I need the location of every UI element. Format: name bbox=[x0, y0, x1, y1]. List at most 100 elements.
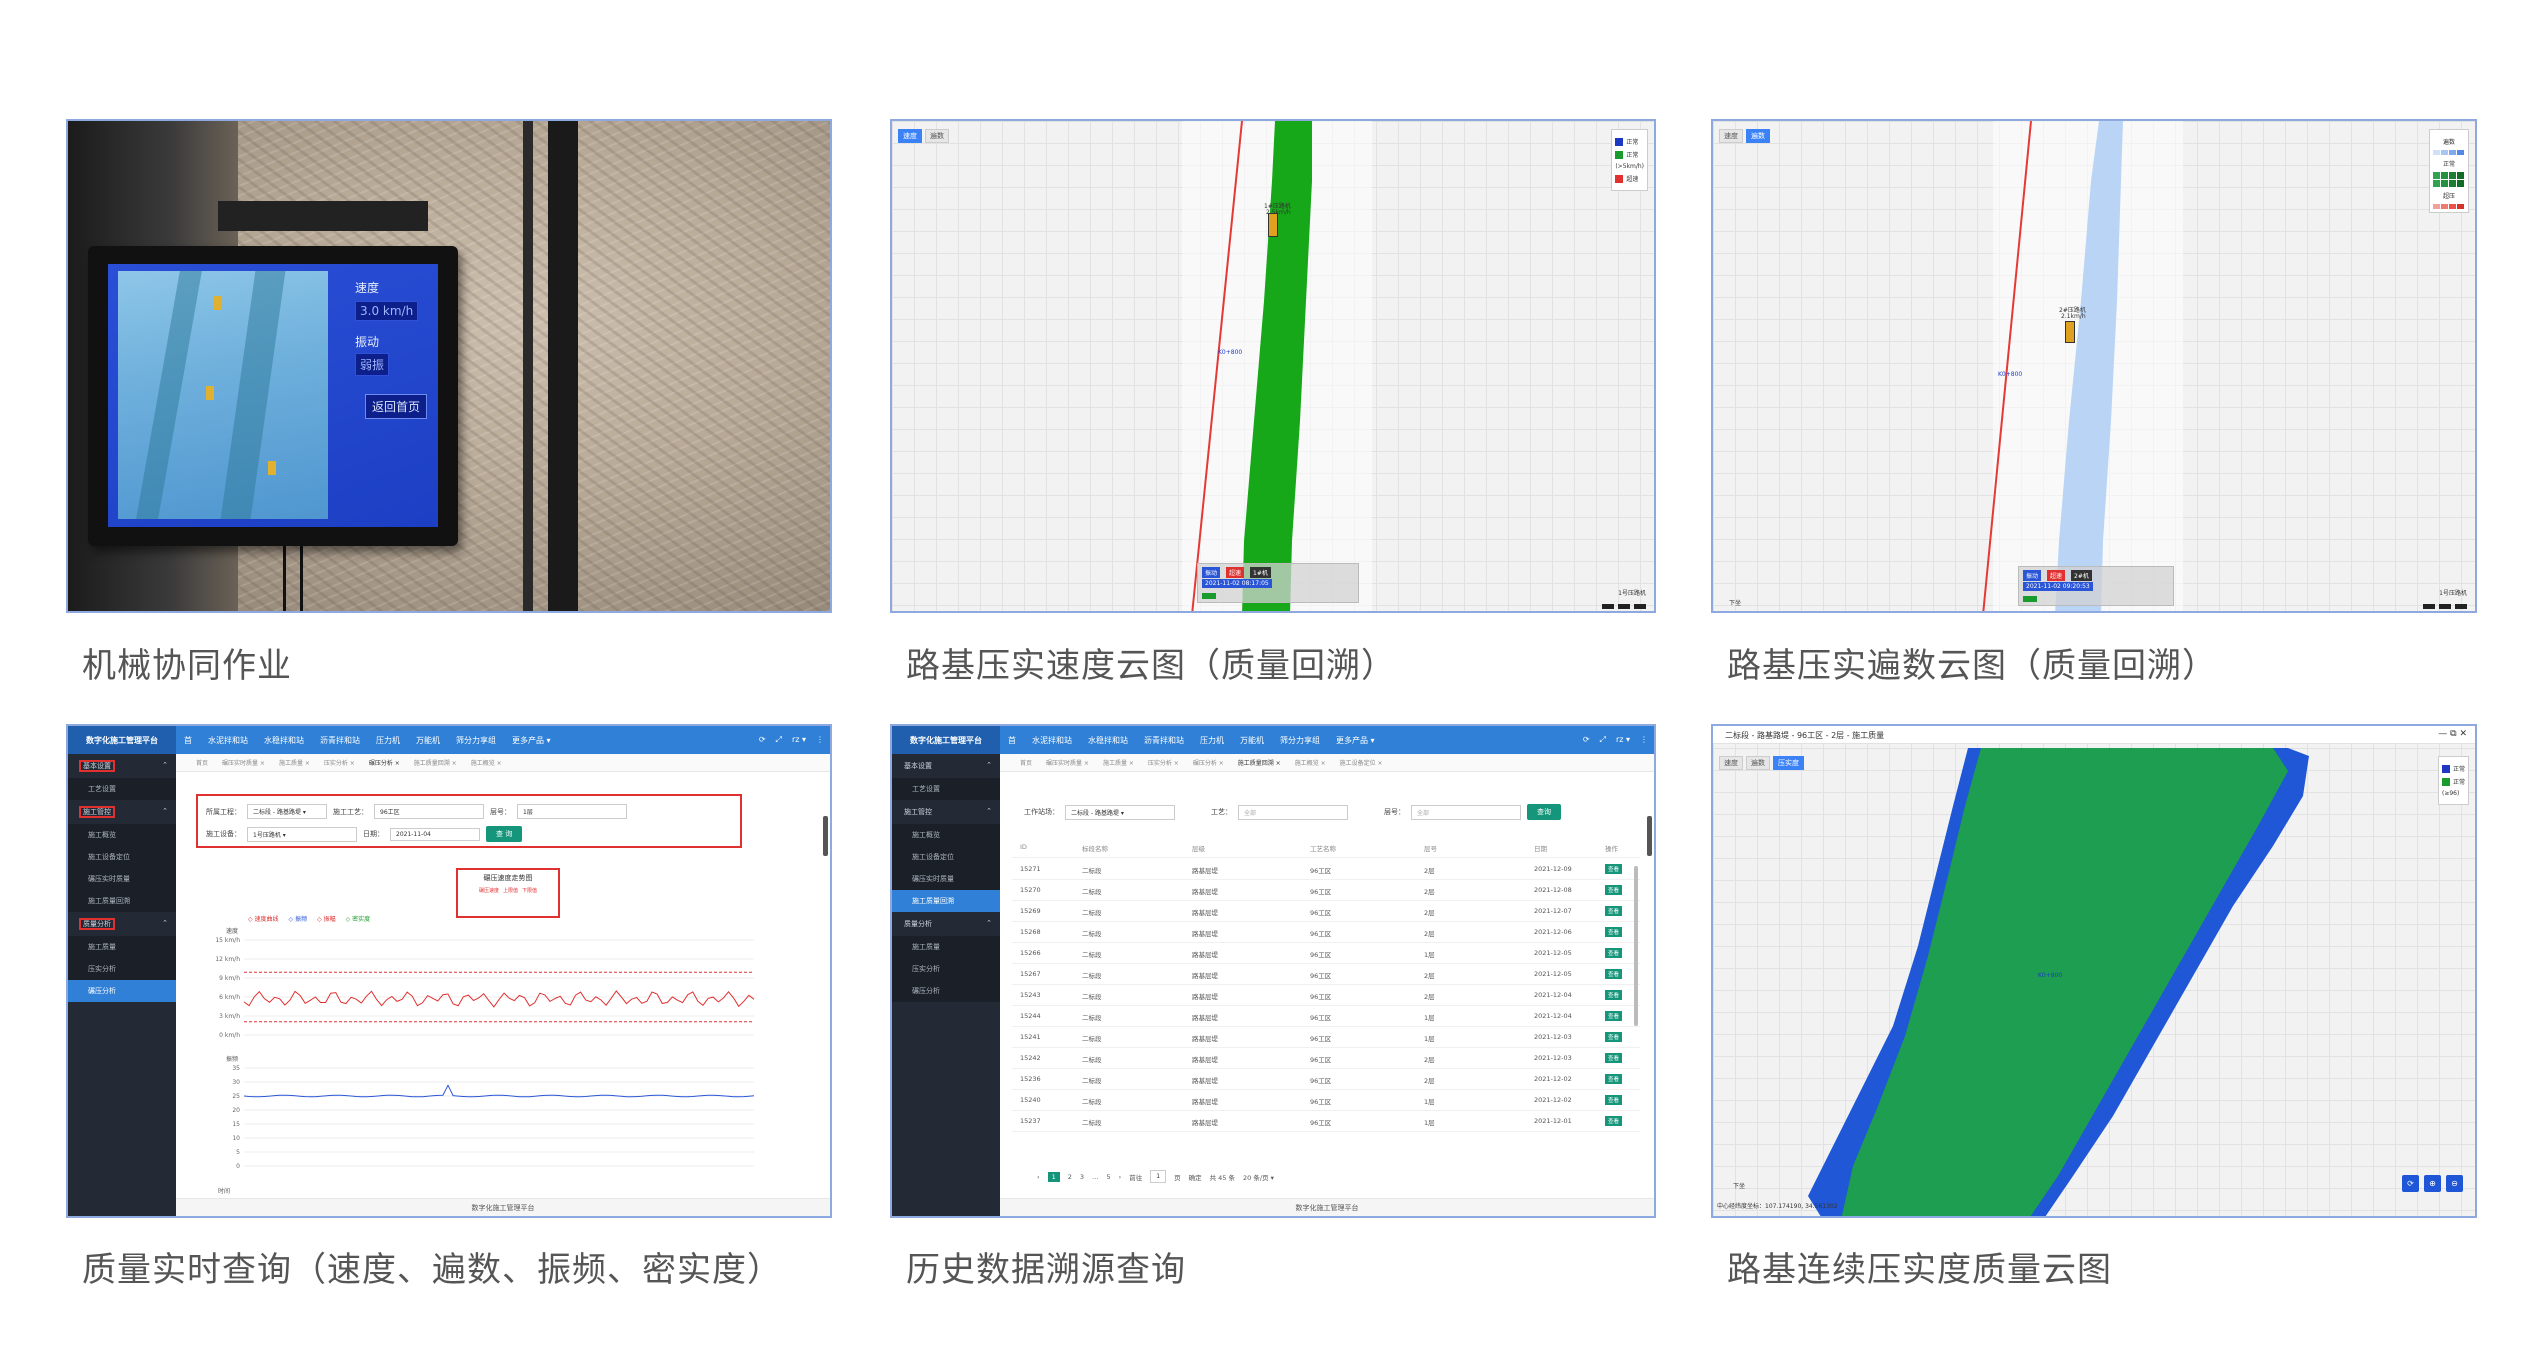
sidebar-group[interactable]: 基本设置 ⌃ bbox=[68, 754, 176, 778]
scrollbar[interactable] bbox=[1647, 816, 1652, 856]
process-select[interactable]: 96工区 bbox=[374, 804, 484, 819]
goto-input[interactable]: 1 bbox=[1150, 1170, 1167, 1183]
more-icon[interactable]: ⋮ bbox=[1640, 735, 1648, 745]
sidebar-item-active[interactable]: 碾压分析 bbox=[68, 980, 176, 1002]
user-menu[interactable]: rz ▾ bbox=[1616, 735, 1630, 745]
view-button[interactable]: 查看 bbox=[1605, 1011, 1623, 1021]
refresh-icon[interactable]: ⟳ bbox=[1583, 735, 1590, 745]
tab-active[interactable]: 施工质量回溯 × bbox=[1238, 758, 1281, 767]
tab[interactable]: 碾压实时质量 × bbox=[222, 758, 265, 767]
view-button[interactable]: 查看 bbox=[1605, 927, 1623, 937]
tab[interactable]: 首页 bbox=[1020, 758, 1032, 767]
nav-item[interactable]: 压力机 bbox=[368, 735, 408, 746]
view-button[interactable]: 查看 bbox=[1605, 864, 1623, 874]
map-control[interactable] bbox=[1618, 604, 1630, 609]
tab-speed[interactable]: 速度 bbox=[1719, 129, 1743, 143]
view-button[interactable]: 查看 bbox=[1605, 969, 1623, 979]
sidebar-group[interactable]: 质量分析 ⌃ bbox=[892, 912, 1000, 936]
map-control[interactable] bbox=[1602, 604, 1614, 609]
view-button[interactable]: 查看 bbox=[1605, 948, 1623, 958]
nav-item[interactable]: 首 bbox=[176, 735, 200, 746]
tab[interactable]: 碾压分析 × bbox=[1193, 758, 1224, 767]
tab[interactable]: 首页 bbox=[196, 758, 208, 767]
sidebar-group[interactable]: 施工管控 ⌃ bbox=[68, 800, 176, 824]
return-home-button[interactable]: 返回首页 bbox=[365, 394, 428, 419]
sidebar-item[interactable]: 压实分析 bbox=[892, 958, 1000, 980]
scrollbar[interactable] bbox=[823, 816, 828, 856]
sidebar-item[interactable]: 施工设备定位 bbox=[892, 846, 1000, 868]
sidebar-item[interactable]: 施工质量 bbox=[892, 936, 1000, 958]
sidebar-item[interactable]: 施工质量 bbox=[68, 936, 176, 958]
tab[interactable]: 施工设备定位 × bbox=[1340, 758, 1383, 767]
nav-item[interactable]: 水泥拌和站 bbox=[200, 735, 256, 746]
sidebar-item[interactable]: 工艺设置 bbox=[892, 778, 1000, 800]
sidebar-item[interactable]: 碾压实时质量 bbox=[892, 868, 1000, 890]
fullscreen-icon[interactable]: ⤢ bbox=[776, 735, 782, 745]
zoom-in-icon[interactable]: ⊕ bbox=[2424, 1175, 2441, 1192]
tab-passes[interactable]: 遍数 bbox=[1746, 129, 1770, 143]
user-menu[interactable]: rz ▾ bbox=[792, 735, 806, 745]
page-size-select[interactable]: 20 条/页 ▾ bbox=[1243, 1172, 1274, 1182]
map-control[interactable] bbox=[2439, 604, 2451, 609]
project-select[interactable]: 二标段 - 路基路堤 ▾ bbox=[1065, 804, 1175, 820]
layer-select[interactable]: 1层 bbox=[517, 804, 627, 819]
tab-passes[interactable]: 遍数 bbox=[925, 129, 949, 143]
view-button[interactable]: 查看 bbox=[1605, 1116, 1623, 1126]
page-number[interactable]: 2 bbox=[1068, 1173, 1072, 1181]
next-page-icon[interactable]: › bbox=[1119, 1173, 1122, 1181]
tab[interactable]: 施工质量 × bbox=[1103, 758, 1134, 767]
page-ellipsis[interactable]: … bbox=[1092, 1173, 1099, 1181]
process-select[interactable]: 全部 bbox=[1238, 804, 1348, 820]
sidebar-item[interactable]: 工艺设置 bbox=[68, 778, 176, 800]
tab[interactable]: 施工质量回溯 × bbox=[414, 758, 457, 767]
sidebar-item[interactable]: 碾压实时质量 bbox=[68, 868, 176, 890]
tab[interactable]: 压实分析 × bbox=[1148, 758, 1179, 767]
sidebar-group[interactable]: 施工管控 ⌃ bbox=[892, 800, 1000, 824]
layer-select[interactable]: 全部 bbox=[1411, 804, 1521, 820]
map-control[interactable] bbox=[2455, 604, 2467, 609]
device-select[interactable]: 1号压路机 ▾ bbox=[247, 826, 357, 842]
zoom-out-icon[interactable]: ⊖ bbox=[2446, 1175, 2463, 1192]
sidebar-group[interactable]: 质量分析 ⌃ bbox=[68, 912, 176, 936]
date-input[interactable]: 2021-11-04 bbox=[390, 827, 480, 841]
brand-logo[interactable]: 数字化施工管理平台 bbox=[892, 726, 1000, 754]
refresh-icon[interactable]: ⟳ bbox=[759, 735, 766, 745]
tab[interactable]: 压实分析 × bbox=[324, 758, 355, 767]
tab[interactable]: 碾压实时质量 × bbox=[1046, 758, 1089, 767]
confirm-button[interactable]: 确定 bbox=[1189, 1172, 1202, 1182]
nav-more[interactable]: 更多产品 ▾ bbox=[504, 735, 559, 746]
brand-logo[interactable]: 数字化施工管理平台 bbox=[68, 726, 176, 754]
view-button[interactable]: 查看 bbox=[1605, 990, 1623, 1000]
view-button[interactable]: 查看 bbox=[1605, 1095, 1623, 1105]
tab[interactable]: 施工概览 × bbox=[1295, 758, 1326, 767]
nav-more[interactable]: 更多产品 ▾ bbox=[1328, 735, 1383, 746]
refresh-icon[interactable]: ⟳ bbox=[2402, 1175, 2419, 1192]
more-icon[interactable]: ⋮ bbox=[816, 735, 824, 745]
map-control[interactable] bbox=[2423, 604, 2435, 609]
project-select[interactable]: 二标段 - 路基路堤 ▾ bbox=[247, 804, 327, 819]
tab[interactable]: 施工质量 × bbox=[279, 758, 310, 767]
nav-item[interactable]: 沥青拌和站 bbox=[1136, 735, 1192, 746]
sidebar-item-active[interactable]: 施工质量回溯 bbox=[892, 890, 1000, 912]
nav-item[interactable]: 万能机 bbox=[1232, 735, 1272, 746]
tab-speed[interactable]: 速度 bbox=[1719, 756, 1743, 770]
nav-item[interactable]: 首 bbox=[1000, 735, 1024, 746]
nav-item[interactable]: 筛分力享组 bbox=[1272, 735, 1328, 746]
page-number[interactable]: 5 bbox=[1107, 1173, 1111, 1181]
nav-item[interactable]: 水稳拌和站 bbox=[256, 735, 312, 746]
nav-item[interactable]: 水泥拌和站 bbox=[1024, 735, 1080, 746]
tab[interactable]: 施工概览 × bbox=[471, 758, 502, 767]
tab-density[interactable]: 压实度 bbox=[1773, 756, 1804, 770]
view-button[interactable]: 查看 bbox=[1605, 885, 1623, 895]
view-button[interactable]: 查看 bbox=[1605, 1053, 1623, 1063]
page-number[interactable]: 3 bbox=[1080, 1173, 1084, 1181]
sidebar-item[interactable]: 施工概览 bbox=[68, 824, 176, 846]
fullscreen-icon[interactable]: ⤢ bbox=[1600, 735, 1606, 745]
nav-item[interactable]: 万能机 bbox=[408, 735, 448, 746]
tab-active[interactable]: 碾压分析 × bbox=[369, 758, 400, 767]
sidebar-group[interactable]: 基本设置 ⌃ bbox=[892, 754, 1000, 778]
nav-item[interactable]: 筛分力享组 bbox=[448, 735, 504, 746]
view-button[interactable]: 查看 bbox=[1605, 1074, 1623, 1084]
tab-speed[interactable]: 速度 bbox=[898, 129, 922, 143]
view-button[interactable]: 查看 bbox=[1605, 906, 1623, 916]
